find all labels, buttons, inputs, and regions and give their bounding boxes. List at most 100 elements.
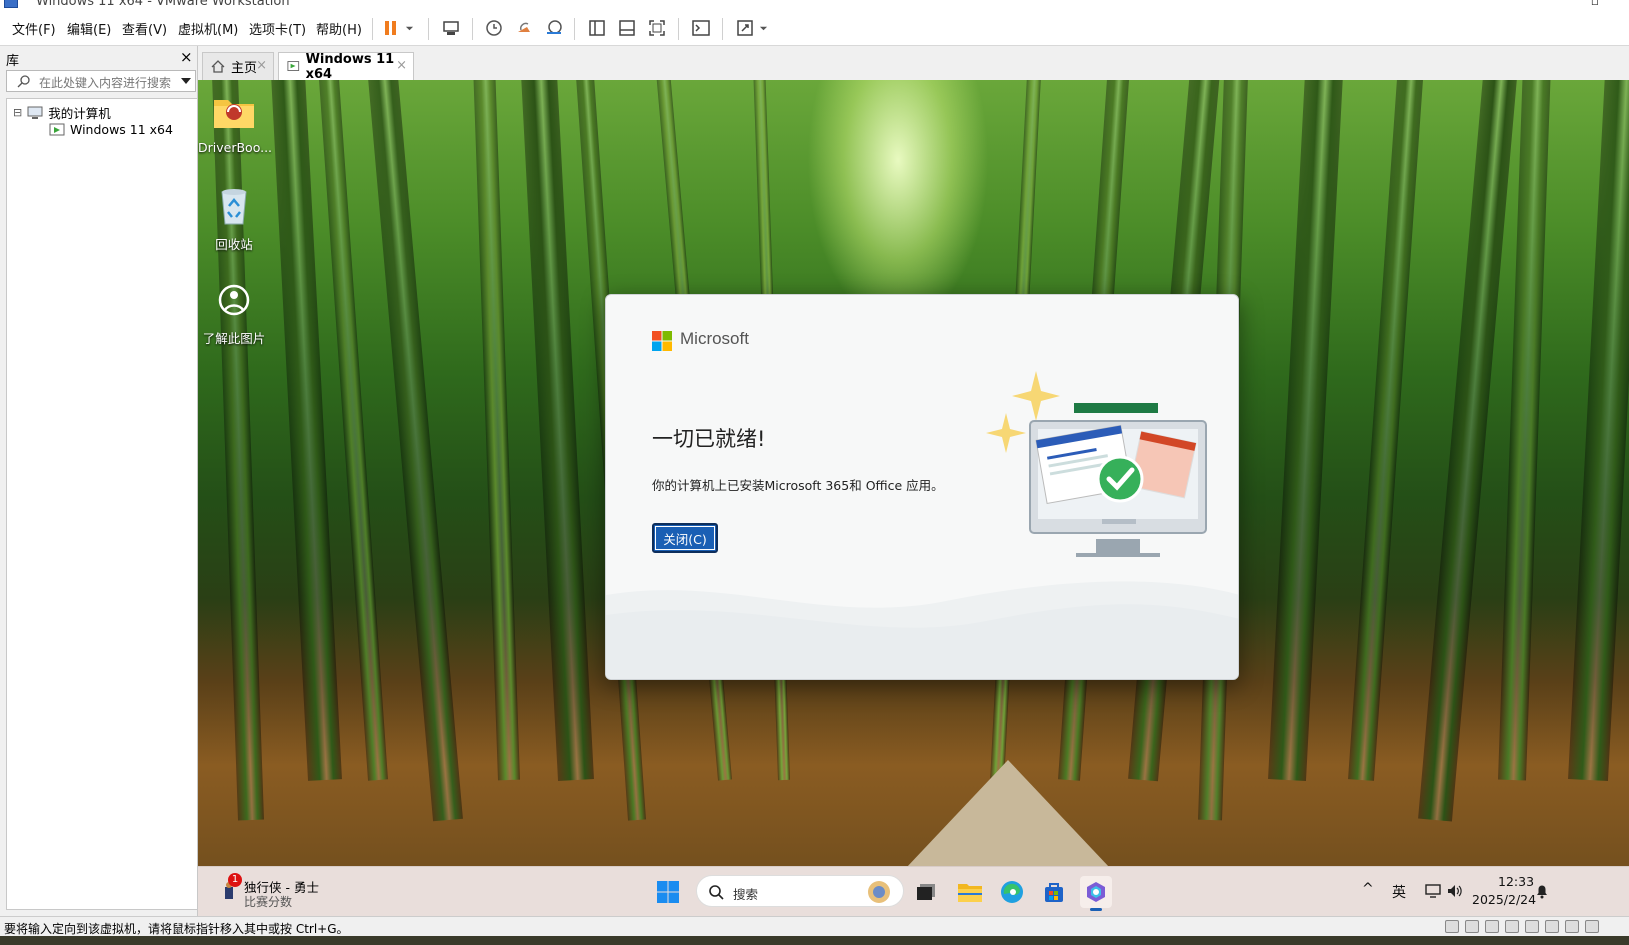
vmware-window: Windows 11 x64 - VMware Workstation ▫ 文件… xyxy=(0,0,1629,945)
task-view-button[interactable] xyxy=(910,876,942,908)
search-icon xyxy=(17,75,30,88)
library-search-input[interactable]: 在此处键入内容进行搜索 xyxy=(6,70,196,92)
printer-icon[interactable] xyxy=(1545,920,1559,933)
search-highlight-icon xyxy=(868,881,890,903)
bamboo-stalk xyxy=(1348,80,1425,781)
edge-browser-button[interactable] xyxy=(996,876,1028,908)
toolbar-separator xyxy=(574,18,575,40)
chevron-down-icon[interactable] xyxy=(181,78,191,84)
revert-snapshot-button[interactable] xyxy=(511,16,537,40)
bamboo-stalk xyxy=(472,80,520,781)
pause-icon xyxy=(385,21,396,35)
start-button[interactable] xyxy=(652,876,684,908)
vmware-app-icon xyxy=(4,0,18,8)
stretch-guest-button[interactable] xyxy=(732,16,758,40)
search-icon xyxy=(709,885,724,900)
menu-toolbar: 文件(F) 编辑(E) 查看(V) 虚拟机(M) 选项卡(T) 帮助(H) xyxy=(0,10,1629,46)
input-method-indicator[interactable]: 英 xyxy=(1392,882,1406,902)
hard-disk-icon[interactable] xyxy=(1445,920,1459,933)
desktop-icon-driverbooster[interactable]: DriverBoo... xyxy=(198,90,272,155)
library-view-icon xyxy=(589,20,605,36)
edge-icon xyxy=(1001,881,1023,903)
news-widget[interactable]: 1 独行侠 - 勇士 比赛分数 xyxy=(222,873,342,909)
dropdown-icon xyxy=(405,26,413,30)
recycle-bin-icon xyxy=(212,184,256,228)
vm-display[interactable]: DriverBoo... 回收站 了解此图片 Microsoft 一切已就绪! … xyxy=(198,80,1629,916)
tree-item-windows-11-vm[interactable]: Windows 11 x64 xyxy=(49,122,173,137)
volume-icon[interactable] xyxy=(1446,883,1464,899)
stretch-dropdown-button[interactable] xyxy=(756,16,770,40)
snapshot-icon xyxy=(486,20,502,36)
pause-button[interactable] xyxy=(378,16,404,40)
store-icon xyxy=(1045,883,1063,902)
take-snapshot-button[interactable] xyxy=(481,16,507,40)
tab-windows-11-close-icon[interactable]: × xyxy=(396,58,407,73)
clock-date[interactable]: 2025/2/24 xyxy=(1472,892,1536,907)
notification-bell-icon[interactable] xyxy=(1534,883,1550,899)
folder-icon xyxy=(212,90,256,134)
send-ctrl-alt-del-button[interactable] xyxy=(438,16,464,40)
snapshot-manager-button[interactable] xyxy=(541,16,567,40)
dialog-body: 你的计算机上已安装Microsoft 365和 Office 应用。 xyxy=(652,478,944,493)
tab-home-close-icon[interactable]: × xyxy=(256,58,267,73)
fullscreen-button[interactable] xyxy=(644,16,670,40)
menu-help[interactable]: 帮助(H) xyxy=(316,19,362,38)
camera-icon xyxy=(212,278,256,322)
desktop-icon-label: 了解此图片 xyxy=(202,331,266,346)
desktop-icon-learn-about-picture[interactable]: 了解此图片 xyxy=(198,278,270,347)
close-button[interactable]: 关闭(C) xyxy=(652,523,718,553)
taskbar-search-box[interactable]: 搜索 xyxy=(696,875,904,907)
collapse-toggle-icon[interactable]: ⊟ xyxy=(13,106,22,119)
notification-badge: 1 xyxy=(228,873,242,887)
microsoft-365-ready-dialog: Microsoft 一切已就绪! 你的计算机上已安装Microsoft 365和… xyxy=(605,294,1239,680)
message-log-icon[interactable] xyxy=(1585,920,1599,933)
cd-dvd-icon[interactable] xyxy=(1465,920,1479,933)
vm-running-icon xyxy=(287,61,300,71)
library-close-button[interactable]: × xyxy=(180,48,193,66)
menu-view[interactable]: 查看(V) xyxy=(122,19,167,38)
library-search-placeholder: 在此处键入内容进行搜索 xyxy=(39,76,172,90)
library-panel: 库 × 在此处键入内容进行搜索 ⊟ 我的计算机 Windows 11 x64 xyxy=(0,46,198,916)
tree-item-my-computer[interactable]: ⊟ 我的计算机 xyxy=(13,103,111,122)
tab-windows-11[interactable]: Windows 11 x64 × xyxy=(278,52,414,82)
network-icon[interactable] xyxy=(1424,883,1442,899)
menu-vm[interactable]: 虚拟机(M) xyxy=(178,19,238,38)
tree-label-windows-11: Windows 11 x64 xyxy=(70,122,173,137)
microsoft-store-button[interactable] xyxy=(1038,876,1070,908)
minimize-button[interactable]: ▫ xyxy=(1591,0,1599,8)
title-bar: Windows 11 x64 - VMware Workstation ▫ xyxy=(0,0,1629,10)
toolbar-separator xyxy=(372,18,373,40)
status-message: 要将输入定向到该虚拟机，请将鼠标指针移入其中或按 Ctrl+G。 xyxy=(4,922,349,936)
menu-file[interactable]: 文件(F) xyxy=(12,19,56,38)
show-hidden-icons-button[interactable]: ^ xyxy=(1362,881,1374,897)
console-view-button[interactable] xyxy=(688,16,714,40)
clock-time[interactable]: 12:33 xyxy=(1498,874,1534,889)
show-library-button[interactable] xyxy=(584,16,610,40)
status-bar: 要将输入定向到该虚拟机，请将鼠标指针移入其中或按 Ctrl+G。 xyxy=(0,916,1629,936)
library-title: 库 xyxy=(6,54,20,69)
thumbnail-bar-button[interactable] xyxy=(614,16,640,40)
library-tree: ⊟ 我的计算机 Windows 11 x64 xyxy=(6,98,198,910)
display-icon[interactable] xyxy=(1565,920,1579,933)
usb-device-icon[interactable] xyxy=(1525,920,1539,933)
desktop-icon-label: 回收站 xyxy=(215,237,253,252)
fullscreen-icon xyxy=(649,20,665,36)
sound-card-icon[interactable] xyxy=(1505,920,1519,933)
stretch-icon xyxy=(737,20,753,36)
file-explorer-button[interactable] xyxy=(954,876,986,908)
microsoft-365-button[interactable] xyxy=(1080,876,1112,911)
menu-tabs[interactable]: 选项卡(T) xyxy=(249,19,306,38)
taskbar-search-label: 搜索 xyxy=(733,887,759,902)
toolbar-separator xyxy=(472,18,473,40)
desktop-icon-recycle-bin[interactable]: 回收站 xyxy=(198,184,270,253)
computer-icon xyxy=(27,106,43,119)
window-title: Windows 11 x64 - VMware Workstation xyxy=(36,0,290,9)
pause-dropdown-button[interactable] xyxy=(402,16,416,40)
tree-label-my-computer: 我的计算机 xyxy=(48,106,111,121)
dropdown-icon xyxy=(759,26,767,30)
home-icon xyxy=(211,60,225,73)
network-adapter-icon[interactable] xyxy=(1485,920,1499,933)
tab-home[interactable]: 主页 × xyxy=(202,52,274,80)
active-app-indicator xyxy=(1090,908,1102,911)
menu-edit[interactable]: 编辑(E) xyxy=(67,19,111,38)
